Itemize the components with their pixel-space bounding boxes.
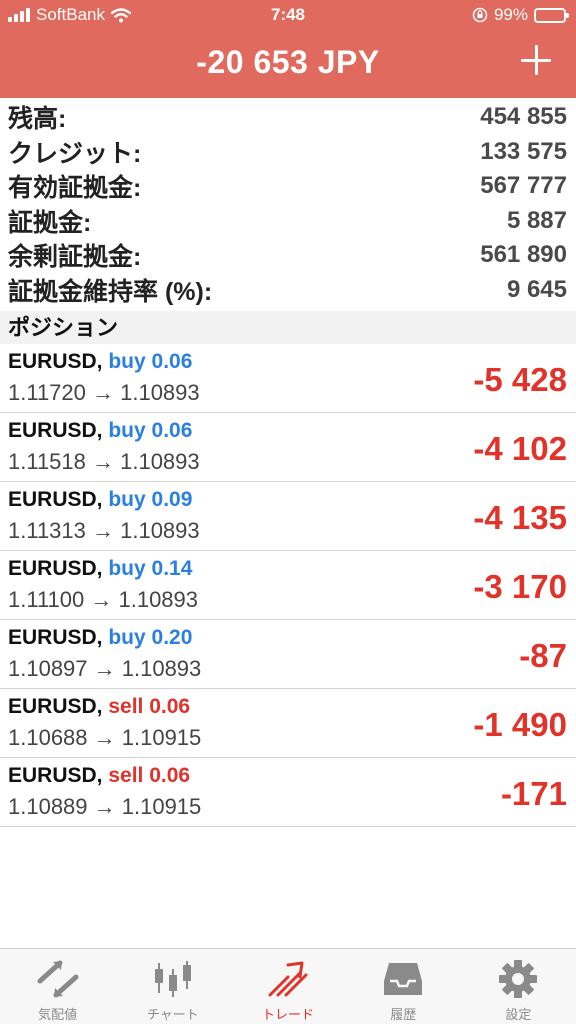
position-symbol: EURUSD, (8, 350, 103, 373)
position-row[interactable]: EURUSD, sell 0.06 1.10688 → 1.10915 -1 4… (0, 689, 576, 758)
position-symbol-line: EURUSD, buy 0.20 (8, 626, 192, 650)
position-side: sell 0.06 (108, 695, 191, 718)
tab-label: 気配値 (38, 1007, 78, 1022)
tab-settings[interactable]: 設定 (461, 949, 576, 1024)
position-row[interactable]: EURUSD, buy 0.14 1.11100 → 1.10893 -3 17… (0, 551, 576, 620)
position-symbol-line: EURUSD, buy 0.09 (8, 488, 192, 512)
summary-value: 5 887 (506, 206, 567, 234)
position-profit: -1 490 (473, 706, 567, 743)
position-profit: -3 170 (473, 568, 567, 605)
battery-info: 99% (472, 5, 569, 25)
position-profit: -4 135 (473, 499, 567, 536)
position-symbol: EURUSD, (8, 557, 103, 580)
summary-row-margin-level: 証拠金維持率 (%): 9 645 (0, 273, 576, 308)
position-row[interactable]: EURUSD, buy 0.06 1.11720 → 1.10893 -5 42… (0, 344, 576, 413)
position-prices: 1.10897 → 1.10893 (8, 656, 202, 681)
position-symbol-line: EURUSD, sell 0.06 (8, 764, 190, 788)
position-side: sell 0.06 (108, 764, 191, 787)
positions-list: EURUSD, buy 0.06 1.11720 → 1.10893 -5 42… (0, 344, 576, 827)
battery-icon (534, 7, 569, 23)
position-row[interactable]: EURUSD, sell 0.06 1.10889 → 1.10915 -171 (0, 758, 576, 827)
summary-label: クレジット: (8, 139, 142, 168)
summary-value: 9 645 (506, 275, 567, 303)
position-profit: -5 428 (473, 361, 567, 398)
app-header: SoftBank 7:48 99% -20 653 JPY (0, 0, 576, 98)
position-symbol: EURUSD, (8, 764, 103, 787)
position-profit: -4 102 (473, 430, 567, 467)
account-summary: 残高: 454 855 クレジット: 133 575 有効証拠金: 567 77… (0, 100, 576, 307)
position-prices: 1.11518 → 1.10893 (8, 449, 200, 474)
position-symbol: EURUSD, (8, 488, 103, 511)
summary-row-equity: 有効証拠金: 567 777 (0, 169, 576, 204)
position-symbol-line: EURUSD, buy 0.06 (8, 350, 192, 374)
position-symbol: EURUSD, (8, 626, 103, 649)
position-symbol: EURUSD, (8, 695, 103, 718)
position-row[interactable]: EURUSD, buy 0.20 1.10897 → 1.10893 -87 (0, 620, 576, 689)
summary-row-margin: 証拠金: 5 887 (0, 204, 576, 239)
tab-label: 設定 (505, 1007, 532, 1022)
position-prices: 1.10889 → 1.10915 (8, 794, 202, 819)
tab-quotes[interactable]: 気配値 (0, 949, 115, 1024)
tab-bar: 気配値 チャート トレード 履歴 設定 (0, 948, 576, 1024)
summary-label: 残高: (8, 105, 67, 134)
new-order-button[interactable] (516, 40, 556, 80)
position-profit: -87 (519, 637, 567, 674)
settings-icon (499, 960, 538, 998)
position-prices: 1.11313 → 1.10893 (8, 518, 200, 543)
position-prices: 1.11720 → 1.10893 (8, 380, 200, 405)
history-icon (384, 963, 423, 995)
positions-section-header: ポジション (0, 311, 576, 344)
tab-label: チャート (146, 1007, 199, 1022)
position-symbol-line: EURUSD, buy 0.14 (8, 557, 192, 581)
chart-icon (154, 961, 191, 997)
tab-label: トレード (262, 1007, 315, 1022)
position-prices: 1.11100 → 1.10893 (8, 587, 199, 612)
position-symbol: EURUSD, (8, 419, 103, 442)
quotes-icon (37, 960, 79, 998)
position-side: buy 0.06 (108, 419, 193, 442)
tab-chart[interactable]: チャート (115, 949, 230, 1024)
summary-label: 証拠金: (8, 208, 92, 237)
tab-history[interactable]: 履歴 (346, 949, 461, 1024)
trade-icon (268, 961, 308, 997)
summary-label: 有効証拠金: (8, 174, 142, 203)
total-profit: -20 653 JPY (196, 44, 380, 80)
position-side: buy 0.06 (108, 350, 193, 373)
position-side: buy 0.20 (108, 626, 193, 649)
summary-row-free-margin: 余剰証拠金: 561 890 (0, 238, 576, 273)
tab-trade[interactable]: トレード (230, 949, 345, 1024)
tab-label: 履歴 (390, 1007, 417, 1022)
position-symbol-line: EURUSD, buy 0.06 (8, 419, 192, 443)
summary-row-balance: 残高: 454 855 (0, 100, 576, 135)
summary-value: 133 575 (480, 137, 567, 165)
summary-value: 567 777 (480, 172, 567, 200)
position-prices: 1.10688 → 1.10915 (8, 725, 202, 750)
orientation-lock-icon (472, 7, 488, 23)
position-row[interactable]: EURUSD, buy 0.06 1.11518 → 1.10893 -4 10… (0, 413, 576, 482)
position-symbol-line: EURUSD, sell 0.06 (8, 695, 190, 719)
summary-value: 561 890 (480, 241, 567, 269)
position-side: buy 0.14 (108, 557, 193, 580)
summary-value: 454 855 (480, 103, 567, 131)
summary-row-credit: クレジット: 133 575 (0, 135, 576, 170)
position-row[interactable]: EURUSD, buy 0.09 1.11313 → 1.10893 -4 13… (0, 482, 576, 551)
status-bar: SoftBank 7:48 99% (0, 0, 576, 32)
position-profit: -171 (500, 775, 567, 812)
summary-label: 証拠金維持率 (%): (8, 277, 213, 306)
summary-label: 余剰証拠金: (8, 243, 142, 272)
battery-percent: 99% (493, 5, 528, 24)
position-side: buy 0.09 (108, 488, 193, 511)
